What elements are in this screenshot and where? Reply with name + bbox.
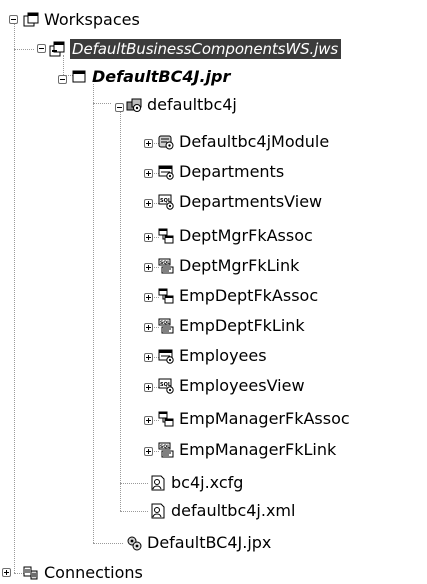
collapse-toggle-workspaces[interactable] bbox=[9, 15, 18, 24]
expand-toggle[interactable] bbox=[144, 169, 153, 178]
project-icon bbox=[71, 69, 87, 85]
tree-line bbox=[93, 103, 111, 104]
svg-text:SQL: SQL bbox=[160, 444, 170, 450]
tree-node[interactable]: SQL EmployeesView bbox=[158, 375, 305, 397]
node-label: EmployeesView bbox=[179, 376, 305, 395]
node-label: bc4j.xcfg bbox=[171, 473, 244, 492]
svg-text:SQL: SQL bbox=[160, 260, 170, 266]
view-link-icon: SQL bbox=[158, 318, 174, 334]
expand-toggle[interactable] bbox=[144, 416, 153, 425]
xml-file-icon bbox=[150, 503, 166, 519]
node-label: Connections bbox=[44, 563, 143, 582]
view-object-icon: SQL bbox=[158, 378, 174, 394]
tree-node[interactable]: SQL DeptMgrFkLink bbox=[158, 255, 299, 277]
tree-line bbox=[93, 84, 94, 543]
tree-node[interactable]: SQL EmpManagerFkLink bbox=[158, 439, 336, 461]
node-label: EmpManagerFkAssoc bbox=[179, 409, 350, 428]
node-label: Employees bbox=[179, 346, 267, 365]
node-label-selected: DefaultBusinessComponentsWS.jws bbox=[70, 39, 342, 59]
collapse-toggle-workspace[interactable] bbox=[37, 44, 46, 53]
tree-node-workspace[interactable]: DefaultBusinessComponentsWS.jws bbox=[49, 38, 342, 60]
package-icon bbox=[126, 97, 142, 113]
node-label: EmpManagerFkLink bbox=[179, 440, 337, 459]
node-label: DefaultBC4J.jpr bbox=[92, 67, 231, 86]
node-label: EmpDeptFkLink bbox=[179, 316, 305, 335]
collapse-toggle-project[interactable] bbox=[58, 75, 67, 84]
tree-node[interactable]: bc4j.xcfg bbox=[150, 472, 243, 494]
application-module-icon bbox=[158, 134, 174, 150]
expand-toggle[interactable] bbox=[144, 293, 153, 302]
entity-object-icon bbox=[158, 164, 174, 180]
view-link-icon: SQL bbox=[158, 442, 174, 458]
tree-node[interactable]: SQL DepartmentsView bbox=[158, 191, 322, 213]
association-icon bbox=[158, 228, 174, 244]
tree-node[interactable]: SQL EmpDeptFkLink bbox=[158, 315, 305, 337]
navigator-tree: Workspaces DefaultBusinessComponentsWS.j… bbox=[0, 0, 427, 582]
collapse-toggle-package[interactable] bbox=[115, 103, 124, 112]
view-object-icon: SQL bbox=[158, 194, 174, 210]
association-icon bbox=[158, 411, 174, 427]
tree-line bbox=[93, 543, 123, 544]
expand-toggle[interactable] bbox=[144, 383, 153, 392]
tree-node[interactable]: EmpDeptFkAssoc bbox=[158, 285, 318, 307]
tree-line bbox=[120, 112, 121, 511]
view-link-icon: SQL bbox=[158, 258, 174, 274]
svg-text:SQL: SQL bbox=[160, 320, 170, 326]
tree-line bbox=[14, 24, 15, 573]
node-label: DeptMgrFkLink bbox=[179, 256, 300, 275]
node-label: Defaultbc4jModule bbox=[179, 132, 330, 151]
association-icon bbox=[158, 288, 174, 304]
expand-toggle[interactable] bbox=[144, 323, 153, 332]
workspace-icon bbox=[49, 41, 65, 57]
expand-toggle-connections[interactable] bbox=[2, 568, 11, 577]
connections-icon bbox=[23, 565, 39, 581]
tree-line bbox=[120, 511, 148, 512]
tree-node-package[interactable]: defaultbc4j bbox=[126, 94, 237, 116]
expand-toggle[interactable] bbox=[144, 353, 153, 362]
node-label: DefaultBC4J.jpx bbox=[147, 533, 272, 552]
entity-object-icon bbox=[158, 348, 174, 364]
tree-line bbox=[14, 49, 34, 50]
tree-line bbox=[120, 483, 148, 484]
node-label: DepartmentsView bbox=[179, 192, 323, 211]
expand-toggle[interactable] bbox=[144, 139, 153, 148]
tree-node-project-config[interactable]: DefaultBC4J.jpx bbox=[126, 532, 271, 554]
tree-node[interactable]: DeptMgrFkAssoc bbox=[158, 225, 313, 247]
node-label: EmpDeptFkAssoc bbox=[179, 286, 319, 305]
tree-node-workspaces[interactable]: Workspaces bbox=[23, 9, 140, 31]
project-config-icon bbox=[126, 535, 142, 551]
expand-toggle[interactable] bbox=[144, 447, 153, 456]
node-label: Workspaces bbox=[44, 10, 140, 29]
tree-node[interactable]: Defaultbc4jModule bbox=[158, 131, 329, 153]
config-file-icon bbox=[150, 475, 166, 491]
workspaces-icon bbox=[23, 12, 39, 28]
tree-node[interactable]: defaultbc4j.xml bbox=[150, 500, 295, 522]
node-label: defaultbc4j bbox=[147, 95, 237, 114]
tree-node[interactable]: EmpManagerFkAssoc bbox=[158, 408, 350, 430]
expand-toggle[interactable] bbox=[144, 199, 153, 208]
tree-node[interactable]: Employees bbox=[158, 345, 267, 367]
tree-node-project[interactable]: DefaultBC4J.jpr bbox=[71, 66, 230, 88]
expand-toggle[interactable] bbox=[144, 263, 153, 272]
node-label: DeptMgrFkAssoc bbox=[179, 226, 313, 245]
expand-toggle[interactable] bbox=[144, 233, 153, 242]
node-label: defaultbc4j.xml bbox=[171, 501, 296, 520]
node-label: Departments bbox=[179, 162, 285, 181]
tree-node[interactable]: Departments bbox=[158, 161, 284, 183]
